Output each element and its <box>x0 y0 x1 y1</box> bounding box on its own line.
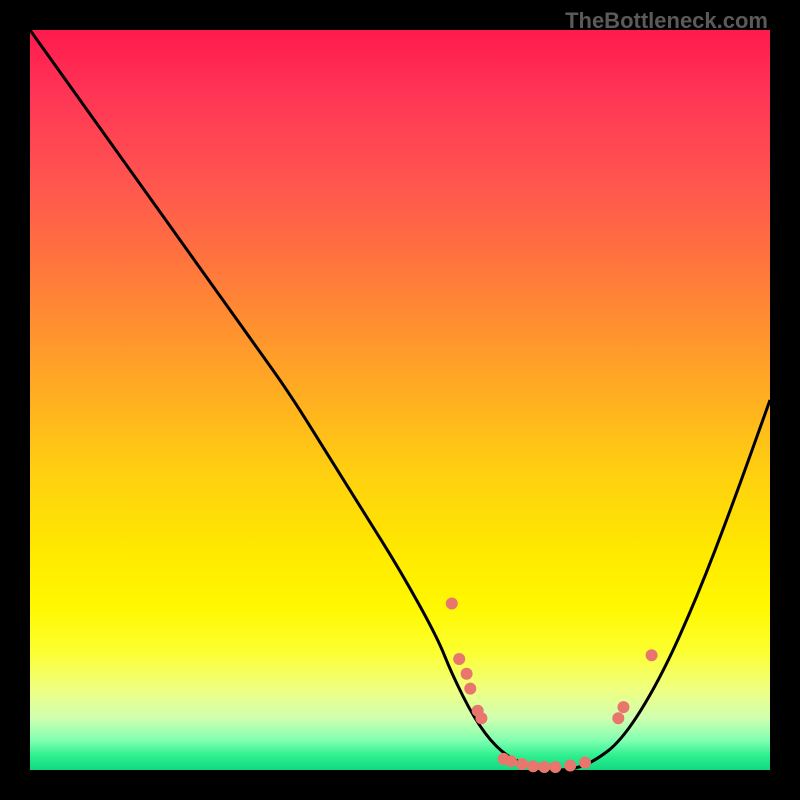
data-marker <box>617 701 629 713</box>
data-marker <box>446 598 458 610</box>
data-marker <box>464 683 476 695</box>
chart-svg <box>30 30 770 770</box>
data-marker <box>527 760 539 772</box>
data-marker <box>538 761 550 773</box>
data-marker <box>579 757 591 769</box>
chart-plot-area <box>30 30 770 770</box>
data-marker <box>475 712 487 724</box>
data-marker <box>505 755 517 767</box>
data-marker <box>453 653 465 665</box>
data-marker <box>461 668 473 680</box>
data-marker <box>646 649 658 661</box>
watermark-text: TheBottleneck.com <box>565 8 768 34</box>
curve-line <box>30 30 770 770</box>
data-marker <box>564 760 576 772</box>
data-marker <box>612 712 624 724</box>
data-marker <box>516 758 528 770</box>
data-marker <box>549 761 561 773</box>
data-markers <box>446 598 658 774</box>
